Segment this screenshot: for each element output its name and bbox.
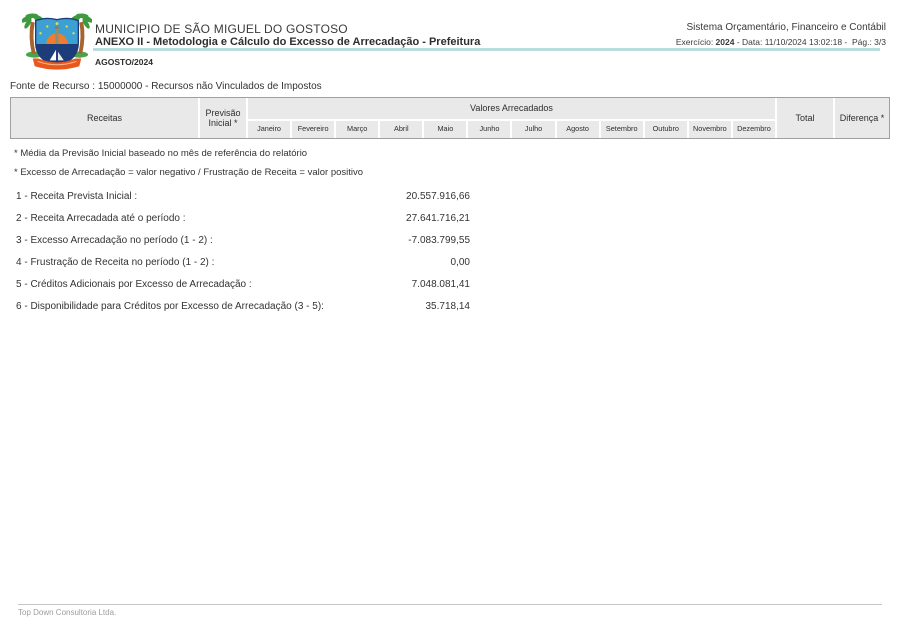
- report-period: AGOSTO/2024: [95, 57, 153, 67]
- column-total: Total: [775, 98, 833, 138]
- footer-company: Top Down Consultoria Ltda.: [18, 608, 116, 617]
- month-column-dezembro: Dezembro: [731, 119, 775, 138]
- column-receitas: Receitas: [11, 98, 198, 138]
- municipality-name: MUNICIPIO DE SÃO MIGUEL DO GOSTOSO: [95, 22, 348, 36]
- footer-divider: [18, 604, 882, 605]
- header-accent-rule: [93, 48, 880, 51]
- system-name: Sistema Orçamentário, Financeiro e Contá…: [676, 22, 886, 33]
- revenues-table-header: Receitas Previsão Inicial * Valores Arre…: [10, 97, 890, 139]
- month-column-fevereiro: Fevereiro: [290, 119, 334, 138]
- report-page: { "header": { "municipality": "MUNICIPIO…: [0, 0, 900, 637]
- summary-value: 7.048.081,41: [412, 279, 470, 290]
- column-previsao-inicial: Previsão Inicial *: [198, 98, 246, 138]
- note-excesso-frustracao: * Excesso de Arrecadação = valor negativ…: [14, 167, 363, 178]
- month-column-outubro: Outubro: [643, 119, 687, 138]
- summary-label: 5 - Créditos Adicionais por Excesso de A…: [16, 279, 252, 290]
- month-column-junho: Junho: [466, 119, 510, 138]
- date-page-info: - Data: 11/10/2024 13:02:18 - Pág.: 3/3: [734, 37, 886, 47]
- summary-value: -7.083.799,55: [408, 235, 470, 246]
- month-column-novembro: Novembro: [687, 119, 731, 138]
- summary-value: 35.718,14: [426, 301, 471, 312]
- municipality-coat-of-arms-icon: [22, 10, 92, 74]
- summary-row-6: 6 - Disponibilidade para Créditos por Ex…: [16, 295, 470, 317]
- system-info-block: Sistema Orçamentário, Financeiro e Contá…: [676, 22, 886, 47]
- month-column-abril: Abril: [378, 119, 422, 138]
- month-column-janeiro: Janeiro: [246, 119, 290, 138]
- summary-label: 2 - Receita Arrecadada até o período :: [16, 213, 186, 224]
- month-column-julho: Julho: [510, 119, 554, 138]
- summary-row-1: 1 - Receita Prevista Inicial : 20.557.91…: [16, 185, 470, 207]
- column-diferenca: Diferença *: [833, 98, 889, 138]
- report-title: ANEXO II - Metodologia e Cálculo do Exce…: [95, 36, 480, 48]
- summary-row-5: 5 - Créditos Adicionais por Excesso de A…: [16, 273, 470, 295]
- summary-row-2: 2 - Receita Arrecadada até o período : 2…: [16, 207, 470, 229]
- summary-calculations: 1 - Receita Prevista Inicial : 20.557.91…: [16, 185, 470, 317]
- month-column-setembro: Setembro: [599, 119, 643, 138]
- month-column-maio: Maio: [422, 119, 466, 138]
- exercise-label: Exercício:: [676, 37, 716, 47]
- summary-row-3: 3 - Excesso Arrecadação no período (1 - …: [16, 229, 470, 251]
- summary-row-4: 4 - Frustração de Receita no período (1 …: [16, 251, 470, 273]
- summary-value: 0,00: [451, 257, 470, 268]
- fonte-de-recurso-line: Fonte de Recurso : 15000000 - Recursos n…: [10, 81, 322, 92]
- report-meta-line: Exercício: 2024 - Data: 11/10/2024 13:02…: [676, 37, 886, 47]
- summary-value: 27.641.716,21: [406, 213, 470, 224]
- column-group-valores-arrecadados: Valores Arrecadados: [246, 98, 775, 119]
- exercise-year: 2024: [716, 37, 735, 47]
- summary-label: 1 - Receita Prevista Inicial :: [16, 191, 137, 202]
- summary-label: 4 - Frustração de Receita no período (1 …: [16, 257, 214, 268]
- summary-label: 3 - Excesso Arrecadação no período (1 - …: [16, 235, 213, 246]
- month-column-marco: Março: [334, 119, 378, 138]
- note-media-previsao: * Média da Previsão Inicial baseado no m…: [14, 148, 307, 159]
- summary-value: 20.557.916,66: [406, 191, 470, 202]
- summary-label: 6 - Disponibilidade para Créditos por Ex…: [16, 301, 324, 312]
- month-column-agosto: Agosto: [555, 119, 599, 138]
